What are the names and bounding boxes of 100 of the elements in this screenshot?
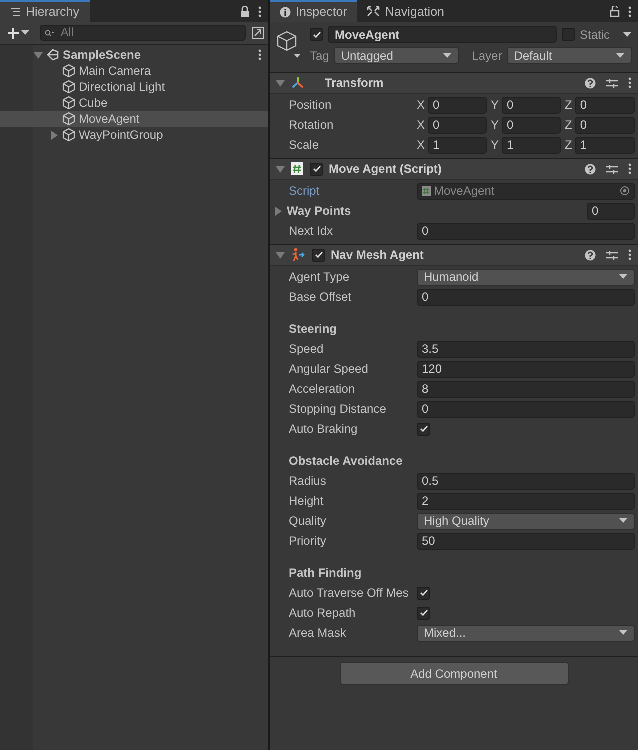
name-field[interactable]: MoveAgent [328,26,557,43]
number-field[interactable]: 0 [575,116,635,134]
target-icon[interactable] [620,186,630,196]
more-icon[interactable] [628,77,632,89]
search-field[interactable]: All [40,25,246,41]
property-label: Rotation [289,118,335,132]
help-icon[interactable] [585,250,596,260]
component-title: Move Agent (Script) [329,162,443,176]
axis-label: Z [565,118,572,132]
property-label: Base Offset [289,290,352,304]
number-field[interactable]: 0 [502,96,561,114]
tag-dropdown[interactable]: Untagged [334,47,460,64]
more-icon[interactable] [628,163,632,175]
search-icon [45,30,55,38]
sliders-icon[interactable] [606,250,618,260]
object-field[interactable]: MoveAgent [417,182,635,200]
component-header[interactable]: Nav Mesh Agent [270,245,638,266]
hierarchy-item[interactable]: WayPointGroup [0,127,268,143]
foldout-arrow-icon[interactable] [276,164,285,174]
help-icon[interactable] [585,164,596,174]
number-field[interactable]: 50 [417,532,635,550]
number-field[interactable]: 1 [575,136,635,154]
property-label: Radius [289,474,328,488]
axis-label: Z [565,138,572,152]
more-icon[interactable] [628,6,632,18]
number-field[interactable]: 1 [502,136,561,154]
cube-icon [62,64,76,78]
dropdown[interactable]: Mixed... [417,624,635,642]
lock-icon[interactable] [240,6,250,17]
caret-icon [619,518,628,524]
foldout-arrow-icon[interactable] [50,130,59,140]
more-icon[interactable] [258,6,262,18]
number-field[interactable]: 0 [575,96,635,114]
foldout-arrow-icon[interactable] [274,206,283,216]
component-title: Nav Mesh Agent [331,248,425,262]
info-icon [280,6,291,18]
component-header[interactable]: Move Agent (Script) [270,159,638,180]
hierarchy-item[interactable]: Main Camera [0,63,268,79]
property-label: Priority [289,534,328,548]
property-label: Way Points [287,204,352,218]
foldout-arrow-icon[interactable] [276,250,285,260]
hierarchy-item[interactable]: Cube [0,95,268,111]
scene-icon [46,48,60,62]
number-field[interactable]: 0 [428,96,487,114]
axis-label: Y [491,118,500,132]
plus-icon [8,28,19,38]
number-field[interactable]: 0 [502,116,561,134]
hierarchy-item[interactable]: SampleScene [0,47,268,63]
sliders-icon[interactable] [606,164,618,174]
enable-checkbox[interactable] [310,162,323,176]
foldout-arrow-icon[interactable] [34,50,43,60]
number-field[interactable]: 3.5 [417,340,635,358]
checkbox[interactable] [417,606,430,620]
number-field[interactable]: 0 [417,222,635,240]
component-header[interactable]: Transform [270,73,638,94]
section-header: Path Finding [289,566,362,580]
dropdown[interactable]: Humanoid [417,268,635,286]
more-icon[interactable] [628,249,632,261]
layer-label: Layer [472,48,502,62]
maximize-icon[interactable] [252,27,264,39]
hierarchy-item[interactable]: MoveAgent [0,111,268,127]
number-field[interactable]: 0.5 [417,472,635,490]
help-icon[interactable] [585,78,596,88]
checkmark-icon [312,30,322,40]
more-icon[interactable] [258,49,262,61]
script-icon [422,186,431,196]
number-field[interactable]: 8 [417,380,635,398]
number-field[interactable]: 120 [417,360,635,378]
active-checkbox[interactable] [310,28,323,41]
hierarchy-tab[interactable]: Hierarchy [0,0,90,22]
number-field[interactable]: 0 [428,116,487,134]
sliders-icon[interactable] [606,78,618,88]
number-field[interactable]: 0 [417,288,635,306]
checkbox[interactable] [417,422,430,436]
property-label: Auto Repath [289,606,357,620]
agent-icon [291,248,306,262]
number-field[interactable]: 2 [417,492,635,510]
lock-icon[interactable] [610,6,620,17]
enable-checkbox[interactable] [312,248,325,262]
section-header: Steering [289,322,338,336]
number-field[interactable]: 1 [428,136,487,154]
hierarchy-item[interactable]: Directional Light [0,79,268,95]
static-checkbox[interactable] [562,28,575,41]
add-component-button[interactable]: Add Component [340,662,568,685]
cube-icon [62,128,76,142]
panel-tab[interactable]: Inspector [270,0,358,22]
foldout-arrow-icon[interactable] [276,78,285,88]
number-field[interactable]: 0 [417,400,635,418]
panel-tab[interactable]: Navigation [357,1,454,22]
caret-icon[interactable] [623,32,632,38]
caret-icon [616,52,626,58]
layer-dropdown[interactable]: Default [507,47,632,64]
size-field[interactable]: 0 [587,202,635,220]
property-label: Auto Braking [289,422,359,436]
property-label: Scale [289,138,320,152]
property-label: Script [289,184,321,198]
dropdown[interactable]: High Quality [417,512,635,530]
axis-label: X [417,98,426,112]
checkbox[interactable] [417,586,430,600]
cube-icon[interactable] [276,30,302,60]
